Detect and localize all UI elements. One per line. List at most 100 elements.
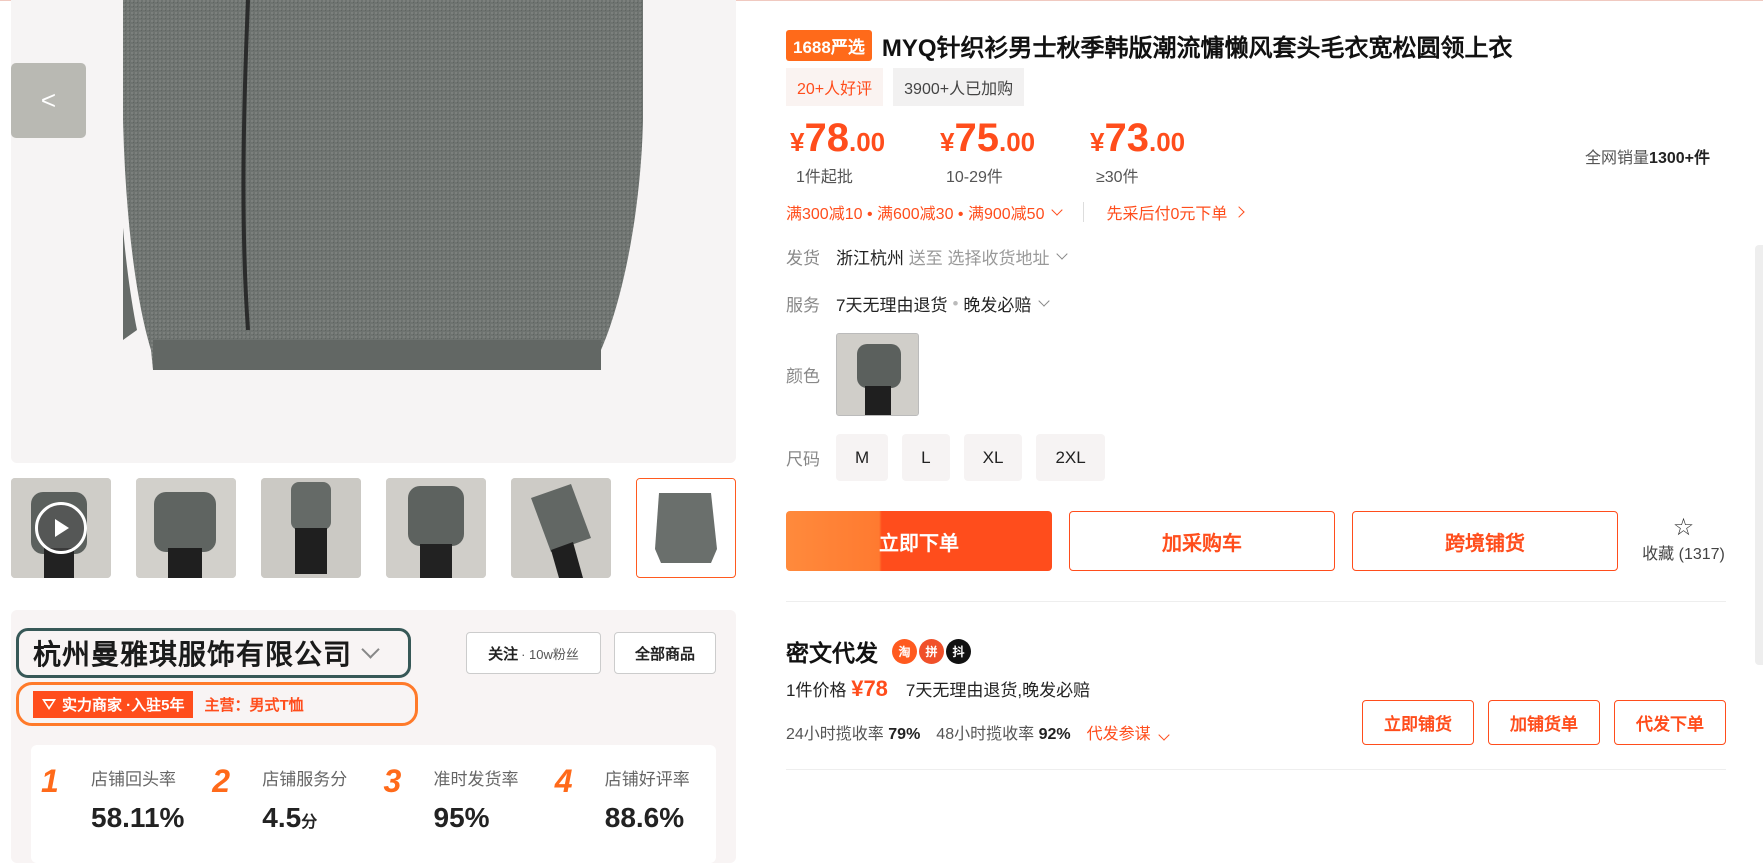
add-listing-button[interactable]: 加铺货单 [1488, 700, 1600, 745]
size-option-xl[interactable]: XL [963, 434, 1023, 481]
swatch-image [837, 334, 918, 415]
reviews-tag[interactable]: 20+人好评 [786, 68, 884, 106]
prev-image-button[interactable]: < [11, 63, 86, 138]
stat-rank: 3 [383, 763, 402, 799]
thumb-image [261, 478, 361, 578]
price-tier-3: ¥73.00 ≥30件 [1090, 116, 1190, 187]
stat-positive-rate: 4 店铺好评率 88.6% [545, 745, 716, 863]
dropship-title: 密文代发 [786, 640, 878, 666]
rate48-value: 92% [1038, 726, 1071, 743]
play-icon[interactable] [35, 502, 87, 554]
thumbnail-video[interactable] [11, 478, 111, 578]
divider [1083, 202, 1085, 222]
total-sales: 全网销量1300+件 [1585, 144, 1710, 168]
currency: ¥ [790, 127, 805, 157]
thumbnail-2[interactable] [136, 478, 236, 578]
badge-text: 实力商家 ·入驻5年 [62, 696, 185, 714]
currency: ¥ [1090, 127, 1105, 157]
params-label: 代发参谋 [1086, 726, 1151, 743]
size-option-l[interactable]: L [902, 434, 950, 481]
rate24-value: 79% [888, 726, 921, 743]
price-qty: 10-29件 [946, 169, 1003, 186]
price-dec: .00 [848, 127, 886, 157]
price-tier-1: ¥78.00 1件起批 [790, 116, 890, 187]
thumbnail-4[interactable] [386, 478, 486, 578]
shop-name-highlight[interactable]: 杭州曼雅琪服饰有限公司 [16, 628, 411, 678]
all-products-button[interactable]: 全部商品 [614, 632, 716, 674]
douyin-icon: 抖 [946, 638, 971, 664]
add-to-cart-button[interactable]: 加采购车 [1069, 511, 1335, 571]
title-row: 1688严选 MYQ针织衫男士秋季韩版潮流慵懒风套头毛衣宽松圆领上衣 [786, 28, 1513, 63]
side-scroll-edge[interactable] [1755, 245, 1763, 665]
size-key: 尺码 [786, 450, 820, 469]
action-buttons: 立即下单 加采购车 跨境铺货 [786, 511, 1618, 571]
star-icon: ☆ [1672, 514, 1695, 541]
chevron-right-icon[interactable] [1233, 206, 1246, 218]
service-return: 7天无理由退货 [836, 296, 948, 315]
stat-label: 准时发货率 [433, 770, 519, 789]
cross-border-button[interactable]: 跨境铺货 [1352, 511, 1618, 571]
address-select[interactable]: 选择收货地址 [947, 244, 1049, 269]
stat-unit: 分 [301, 814, 318, 831]
dropship-header: 密文代发 淘 拼 抖 [786, 634, 971, 668]
ship-to-prefix: 送至 [908, 249, 943, 268]
thumb-image [386, 478, 486, 578]
chevron-down-icon[interactable] [1038, 295, 1051, 307]
stat-rank: 2 [212, 763, 231, 799]
chevron-down-icon[interactable] [1051, 203, 1064, 216]
thumbnail-5[interactable] [511, 478, 611, 578]
price-dec: .00 [1148, 127, 1186, 157]
thumbnail-6-selected[interactable] [636, 478, 736, 578]
price-label: 1件价格 [786, 681, 847, 700]
tag-row: 20+人好评 3900+人已加购 [786, 68, 1025, 106]
chevron-left-icon: < [40, 85, 57, 115]
follow-button[interactable]: 关注 · 10w粉丝 [466, 632, 601, 674]
fav-label: 收藏 [1642, 546, 1675, 563]
yanxuan-badge: 1688严选 [786, 30, 872, 61]
stat-repurchase: 1 店铺回头率 58.11% [31, 745, 202, 863]
dropship-price: ¥78 [851, 676, 888, 701]
stat-value: 4.5 [262, 802, 302, 833]
dropship-params-link[interactable]: 代发参谋 [1086, 720, 1170, 744]
pay-later-link[interactable]: 先采后付0元下单 [1106, 200, 1227, 224]
rate48-label: 48小时揽收率 [936, 726, 1035, 743]
stat-value: 88.6% [604, 802, 685, 833]
size-option-2xl[interactable]: 2XL [1036, 434, 1105, 481]
stat-service-score: 2 店铺服务分 4.5分 [202, 745, 373, 863]
shop-name[interactable]: 杭州曼雅琪服饰有限公司 [33, 633, 352, 673]
size-option-m[interactable]: M [836, 434, 889, 481]
dropship-service: 7天无理由退货,晚发必赔 [905, 681, 1091, 700]
list-now-button[interactable]: 立即铺货 [1362, 700, 1474, 745]
price-dec: .00 [998, 127, 1036, 157]
stat-rank: 1 [41, 763, 59, 799]
thumb-image [511, 478, 611, 578]
taobao-icon: 淘 [892, 638, 917, 664]
price-int: 73 [1104, 116, 1149, 160]
chevron-down-icon [1157, 729, 1170, 741]
product-info: 1688严选 MYQ针织衫男士秋季韩版潮流慵懒风套头毛衣宽松圆领上衣 20+人好… [786, 0, 1726, 863]
chevron-down-icon[interactable] [361, 639, 380, 659]
dropship-order-button[interactable]: 代发下单 [1614, 700, 1726, 745]
stat-on-time: 3 准时发货率 95% [374, 745, 545, 863]
buy-now-button[interactable]: 立即下单 [786, 511, 1052, 571]
strength-merchant-badge: 实力商家 ·入驻5年 [33, 690, 193, 718]
dropship-price-row: 1件价格 ¥78 7天无理由退货,晚发必赔 [786, 676, 1090, 702]
ship-from: 浙江杭州 [836, 249, 904, 268]
color-swatch-gray[interactable] [836, 333, 919, 416]
dot-separator: • [952, 293, 959, 313]
favorite-button[interactable]: ☆ 收藏 (1317) [1636, 516, 1731, 564]
dropship-buttons: 立即铺货 加铺货单 代发下单 [1362, 700, 1726, 745]
pickup-rate-row: 24小时揽收率 79% 48小时揽收率 92% 代发参谋 [786, 720, 1170, 744]
thumb-image [136, 478, 236, 578]
promo-row: 满300减10 • 满600减30 • 满900减50 先采后付0元下单 [786, 200, 1246, 224]
merchant-icon [42, 699, 56, 710]
thumbnail-3[interactable] [261, 478, 361, 578]
follow-label: 关注 [488, 645, 519, 663]
main-image-area[interactable]: < [11, 0, 736, 463]
discount-promo[interactable]: 满300减10 • 满600减30 • 满900减50 [786, 200, 1044, 224]
chevron-down-icon[interactable] [1056, 248, 1069, 260]
shipping-row: 发货 浙江杭州 送至 选择收货地址 [786, 244, 1069, 269]
divider [786, 769, 1726, 770]
service-late: 晚发必赔 [963, 296, 1032, 315]
product-title: MYQ针织衫男士秋季韩版潮流慵懒风套头毛衣宽松圆领上衣 [881, 35, 1513, 62]
